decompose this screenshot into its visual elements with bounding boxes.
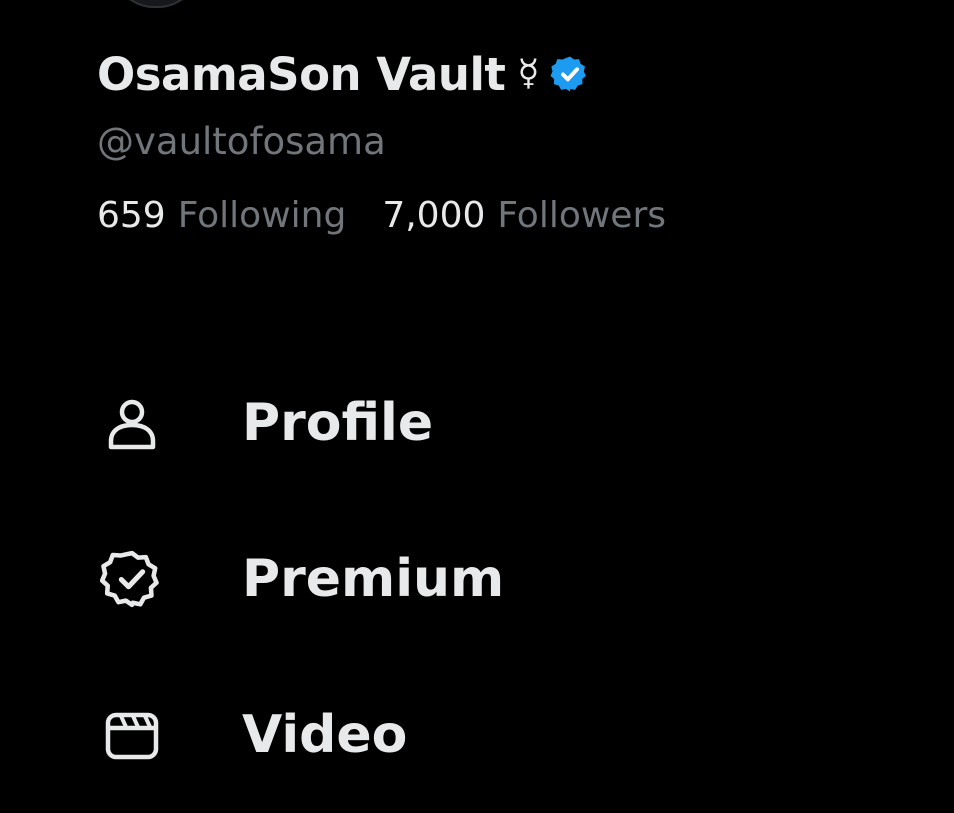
- menu-label-video: Video: [242, 705, 408, 765]
- name-row: OsamaSon Vault ☿: [97, 44, 954, 104]
- profile-header: OsamaSon Vault ☿ @vaultofosama 659 Follo…: [97, 44, 954, 239]
- followers-count: 7,000: [382, 195, 486, 236]
- menu-item-video[interactable]: Video: [0, 657, 954, 813]
- following-label: Following: [177, 195, 347, 236]
- clapperboard-icon: [100, 703, 164, 767]
- menu-label-premium: Premium: [242, 549, 505, 609]
- follow-stats: 659 Following 7,000 Followers: [97, 193, 954, 239]
- following-count: 659: [97, 195, 166, 236]
- display-name[interactable]: OsamaSon Vault: [97, 48, 506, 101]
- menu-item-profile[interactable]: Profile: [0, 345, 954, 501]
- verified-badge-icon[interactable]: [550, 54, 590, 94]
- followers-stat[interactable]: 7,000 Followers: [382, 193, 666, 239]
- following-stat[interactable]: 659 Following: [97, 193, 346, 239]
- verified-badge-outline-icon: [100, 547, 164, 611]
- person-icon: [100, 391, 164, 455]
- navigation-menu: Profile Premium Video: [0, 345, 954, 813]
- user-handle: @vaultofosama: [97, 120, 386, 163]
- mercury-symbol: ☿: [517, 53, 540, 94]
- avatar[interactable]: [112, 0, 200, 8]
- followers-label: Followers: [497, 195, 667, 236]
- menu-item-premium[interactable]: Premium: [0, 501, 954, 657]
- menu-label-profile: Profile: [242, 393, 434, 453]
